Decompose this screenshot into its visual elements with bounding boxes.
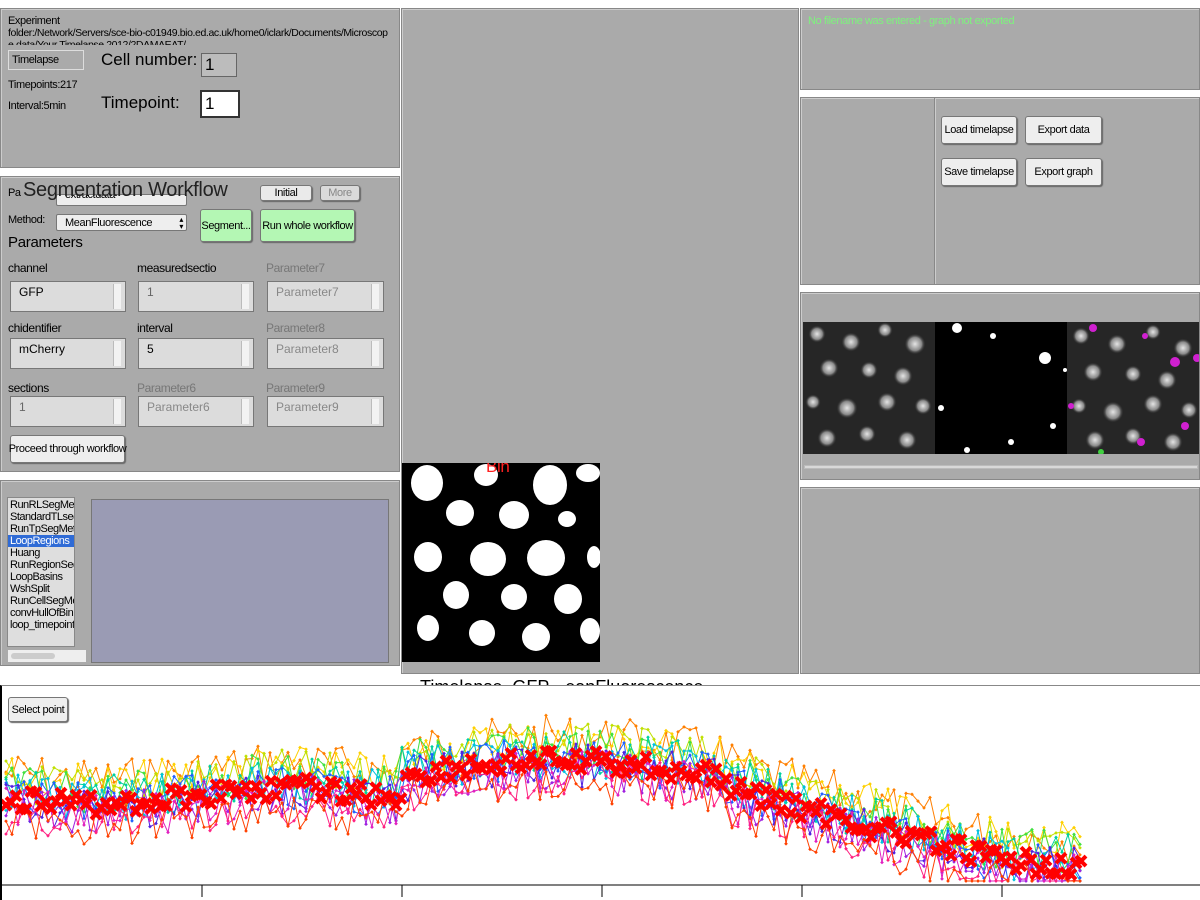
proceed-through-workflow-button[interactable]: Proceed through workflow	[9, 435, 127, 463]
status-message: No filename was entered - graph not expo…	[808, 15, 1015, 27]
param-chidentifier-input[interactable]: mCherry	[10, 338, 126, 369]
more-button[interactable]: More	[320, 185, 360, 201]
param-label: interval	[137, 321, 173, 335]
param-6-input: Parameter6	[138, 396, 254, 427]
experiment-folder-path-cont: e data/Your Timelapse 2012/2DAMAEAT/...	[8, 39, 194, 45]
method-list[interactable]: RunRLSegMethStandardTLsegRunTpSegMethLoo…	[7, 497, 75, 647]
interval-value: Interval:5min	[8, 100, 66, 112]
method-list-item[interactable]: convHullOfBin	[8, 607, 74, 619]
experiment-type-field: Timelapse	[8, 50, 84, 70]
cell-trace-markers	[4, 723, 1082, 865]
param-sections-input[interactable]: 1	[10, 396, 126, 427]
param-channel-input[interactable]: GFP	[10, 281, 126, 312]
party-label: Pa	[8, 187, 21, 199]
method-list-item[interactable]: RunRLSegMeth	[8, 499, 74, 511]
file-buttons-panel: Load timelapse Export data Save timelaps…	[800, 97, 1200, 285]
method-list-item[interactable]: StandardTLseg	[8, 511, 74, 523]
status-panel: No filename was entered - graph not expo…	[800, 8, 1200, 90]
parameters-title: Parameters	[8, 234, 83, 251]
experiment-folder-path: folder:/Network/Servers/sce-bio-c01949.b…	[8, 27, 388, 39]
timepoint-input[interactable]: 1	[200, 90, 240, 118]
scroll-thumb[interactable]	[11, 653, 55, 659]
image-strip-slider[interactable]	[804, 465, 1198, 469]
load-timelapse-button[interactable]: Load timelapse	[941, 116, 1017, 144]
method-list-item[interactable]: loop_timepoints	[8, 619, 74, 631]
param-label: sections	[8, 381, 49, 395]
export-graph-button[interactable]: Export graph	[1025, 158, 1102, 186]
right-bottom-panel	[800, 487, 1200, 674]
timepoints-count: Timepoints:217	[8, 79, 78, 91]
method-list-item[interactable]: RunRegionSegM	[8, 559, 74, 571]
cell-number-input[interactable]: 1	[201, 53, 237, 77]
bin-image	[411, 464, 600, 651]
workflow-title: Segmentation Workflow	[23, 179, 228, 201]
save-timelapse-button[interactable]: Save timelapse	[941, 158, 1017, 186]
experiment-panel: Experiment folder:/Network/Servers/sce-b…	[0, 8, 400, 168]
workflow-panel: Pa extractdata Segmentation Workflow Ini…	[0, 176, 400, 472]
param-9-input: Parameter9	[267, 396, 384, 427]
fluorescence-image-strip	[803, 322, 1199, 454]
method-list-item[interactable]: Huang	[8, 547, 74, 559]
select-arrows-icon: ▴ ▾	[179, 215, 183, 231]
timepoint-label: Timepoint:	[101, 93, 180, 112]
method-list-item[interactable]: LoopRegions	[8, 535, 74, 547]
method-list-item[interactable]: WshSplit	[8, 583, 74, 595]
param-label-disabled: Parameter6	[137, 381, 196, 395]
bin-image-title: Bin	[486, 463, 510, 476]
graph-area[interactable]: Select point	[0, 685, 1200, 900]
segment-button[interactable]: Segment...	[200, 209, 252, 242]
export-data-button[interactable]: Export data	[1025, 116, 1102, 144]
image-strip-panel	[800, 292, 1200, 480]
bin-image-frame: Bin	[402, 463, 600, 662]
select-point-button[interactable]: Select point	[8, 697, 68, 722]
param-label: chidentifier	[8, 321, 62, 335]
method-list-item[interactable]: RunCellSegMet	[8, 595, 74, 607]
experiment-folder-label: Experiment	[8, 15, 60, 27]
param-label-disabled: Parameter8	[266, 321, 325, 335]
method-list-hscroll[interactable]	[7, 649, 87, 663]
param-label-disabled: Parameter7	[266, 261, 325, 275]
divider	[934, 98, 936, 284]
param-8-input: Parameter8	[267, 338, 384, 369]
timecourse-plot	[2, 713, 1200, 897]
image-strip	[803, 322, 1199, 454]
param-label: measuredsectio	[137, 261, 217, 275]
method-select[interactable]: MeanFluorescence ▴ ▾	[56, 214, 187, 231]
param-measuredsection-input[interactable]: 1	[138, 281, 254, 312]
param-label-disabled: Parameter9	[266, 381, 325, 395]
cell-number-label: Cell number:	[101, 50, 198, 69]
method-preview-area	[91, 499, 389, 663]
method-list-item[interactable]: RunTpSegMeth	[8, 523, 74, 535]
method-list-item[interactable]: LoopBasins	[8, 571, 74, 583]
param-7-input: Parameter7	[267, 281, 384, 312]
plot-axes	[2, 884, 1200, 897]
initial-button[interactable]: Initial	[260, 185, 312, 201]
method-label: Method:	[8, 214, 45, 226]
run-whole-workflow-button[interactable]: Run whole workflow	[260, 209, 355, 242]
param-label: channel	[8, 261, 48, 275]
methods-panel: RunRLSegMethStandardTLsegRunTpSegMethLoo…	[0, 480, 400, 666]
param-interval-input[interactable]: 5	[138, 338, 254, 369]
